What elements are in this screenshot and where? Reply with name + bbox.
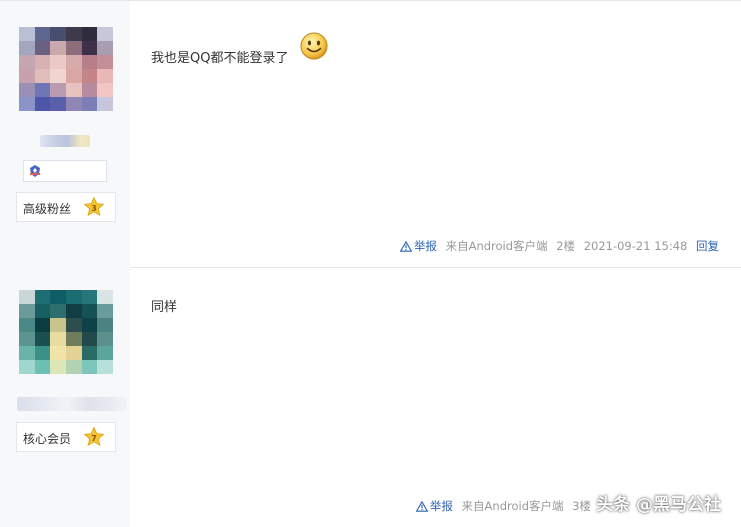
- star-badge-icon: 7: [83, 426, 105, 447]
- username[interactable]: [40, 135, 90, 147]
- avatar[interactable]: [19, 27, 113, 111]
- report-link[interactable]: 举报: [399, 239, 441, 253]
- warning-icon: [399, 241, 412, 252]
- watermark: 头条 @黑马公社: [596, 495, 721, 515]
- level-badge[interactable]: 高级粉丝 3: [16, 192, 116, 222]
- report-label: 举报: [413, 239, 437, 253]
- level-title: 高级粉丝: [23, 202, 72, 216]
- post-meta: 举报 来自Android客户端 2楼 2021-09-21 15:48 回复: [399, 238, 719, 254]
- post-content: 我也是QQ都不能登录了: [151, 51, 289, 66]
- client-source[interactable]: 来自Android客户端: [462, 499, 564, 513]
- level-number: 7: [91, 434, 97, 443]
- smiley-emoji-icon: [300, 32, 328, 60]
- avatar[interactable]: [19, 290, 113, 374]
- post-time: 2021-09-21 15:48: [583, 239, 688, 253]
- reply-link[interactable]: 回复: [696, 239, 719, 253]
- member-badge[interactable]: [23, 160, 107, 182]
- author-panel: 核心会员 7: [0, 267, 130, 527]
- warning-icon: [415, 501, 428, 512]
- username[interactable]: [17, 397, 127, 411]
- floor-number: 3楼: [572, 499, 591, 513]
- post-floor-2: 高级粉丝 3 我也是QQ都不能登录了 举报 来自Android客户端 2楼 20…: [0, 0, 741, 268]
- report-label: 举报: [429, 499, 453, 513]
- level-title: 核心会员: [23, 432, 72, 446]
- post-meta: 举报 来自Android客户端 3楼: [415, 498, 591, 514]
- floor-number: 2楼: [556, 239, 576, 253]
- post-content: 同样: [151, 300, 178, 315]
- post-floor-3: 核心会员 7 同样 举报 来自Android客户端 3楼: [0, 267, 741, 527]
- level-badge[interactable]: 核心会员 7: [16, 422, 116, 452]
- author-panel: 高级粉丝 3: [0, 1, 130, 267]
- client-source[interactable]: 来自Android客户端: [446, 239, 548, 253]
- star-badge-icon: 3: [83, 196, 105, 217]
- member-badge-icon: [30, 165, 40, 177]
- report-link[interactable]: 举报: [415, 499, 457, 513]
- level-number: 3: [91, 204, 97, 213]
